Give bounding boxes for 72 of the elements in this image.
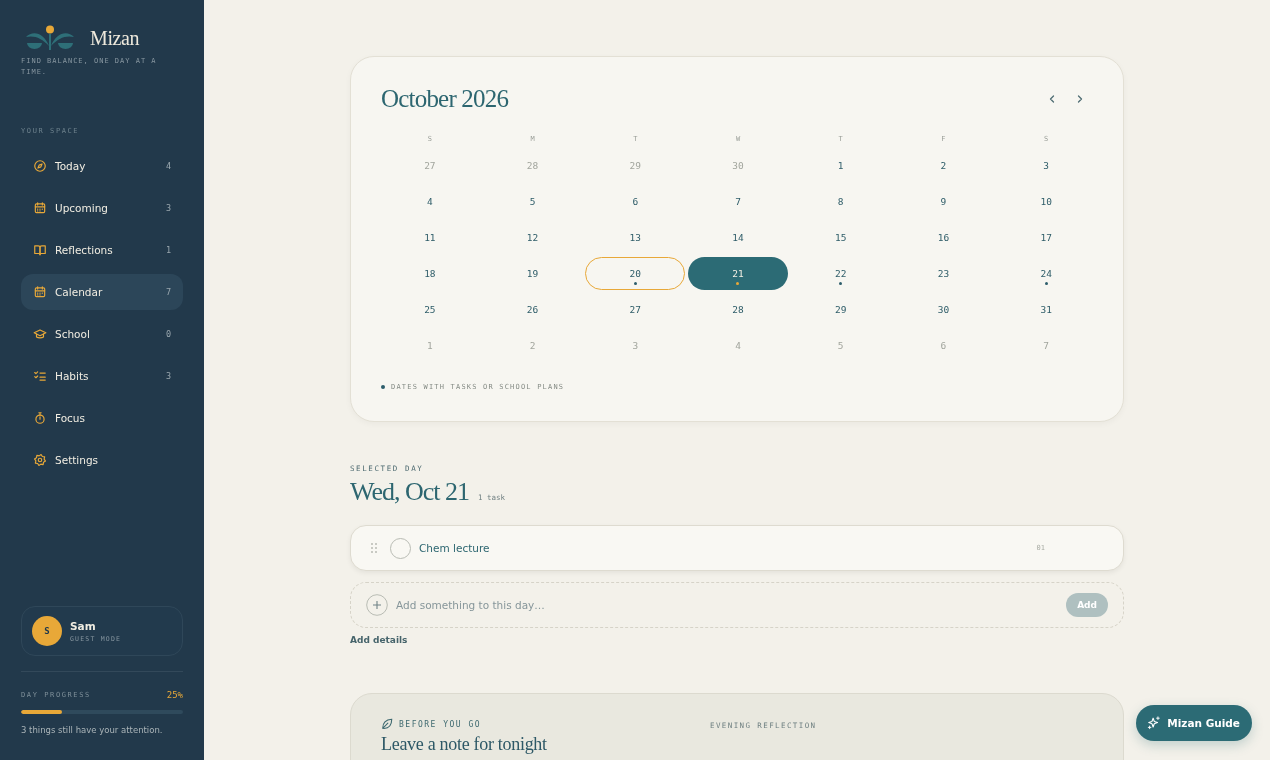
calendar-day[interactable]: 29 [790, 293, 891, 326]
calendar-day[interactable]: 6 [585, 185, 686, 218]
item-count: 1 [165, 245, 171, 255]
calendar-day[interactable]: 4 [380, 185, 480, 218]
calendar-day[interactable]: 16 [893, 221, 994, 254]
nav-item[interactable]: Today 4 [21, 148, 183, 184]
calendar-day[interactable]: 18 [380, 257, 480, 290]
stopwatch-icon [33, 411, 47, 425]
calendar-day[interactable]: 24 [996, 257, 1096, 290]
graduation-cap-icon [33, 327, 47, 341]
calendar-day[interactable]: 31 [996, 293, 1096, 326]
calendar-day[interactable]: 21 [688, 257, 788, 290]
gear-icon [33, 453, 47, 467]
calendar-day[interactable]: 19 [482, 257, 583, 290]
calendar-day[interactable]: 27 [585, 293, 686, 326]
nav-item[interactable]: Calendar 7 [21, 274, 183, 310]
sparkle-icon [1147, 716, 1162, 730]
drag-handle-icon [371, 543, 377, 553]
plus-icon [366, 594, 388, 616]
calendar-day[interactable]: 14 [688, 221, 788, 254]
calendar-day[interactable]: 9 [893, 185, 994, 218]
item-count: 0 [165, 329, 171, 339]
chevron-left-icon [1047, 94, 1057, 104]
guide-button[interactable]: Mizan Guide [1136, 705, 1252, 741]
progress-note: 3 things still have your attention. [21, 725, 164, 735]
calendar-day[interactable]: 11 [380, 221, 480, 254]
reflection-title: Leave a note for tonight [381, 734, 547, 754]
calendar-day[interactable]: 8 [790, 185, 891, 218]
item-count: 3 [165, 371, 171, 381]
compass-icon [33, 159, 47, 173]
calendar-icon [33, 201, 47, 215]
progress-reading: 25% [166, 690, 183, 700]
chevron-right-icon [1075, 94, 1085, 104]
add-details-link[interactable]: Add details [350, 635, 408, 645]
checklist-icon [33, 369, 47, 383]
calendar-day[interactable]: 25 [380, 293, 480, 326]
nav-item[interactable]: Habits 3 [21, 358, 183, 394]
month-title: October 2026 [381, 84, 509, 114]
calendar-day[interactable]: 5 [482, 185, 583, 218]
user-name: Sam [70, 619, 97, 632]
nav-item[interactable]: Reflections 1 [21, 232, 183, 268]
calendar-day[interactable]: 12 [482, 221, 583, 254]
item-count: 4 [165, 161, 171, 171]
book-icon [33, 243, 47, 257]
calendar-day[interactable]: 26 [482, 293, 583, 326]
nav-item[interactable]: Focus [21, 400, 183, 436]
nav-item[interactable]: Upcoming 3 [21, 190, 183, 226]
app-name: Mizan [90, 26, 140, 50]
leaves-logo-icon [24, 24, 76, 52]
calendar-day[interactable]: 22 [790, 257, 891, 290]
calendar-day[interactable]: 3 [996, 149, 1096, 182]
calendar-day[interactable]: 10 [996, 185, 1096, 218]
task-title: Chem lecture [419, 542, 490, 554]
calendar-day[interactable]: 23 [893, 257, 994, 290]
calendar-day[interactable]: 13 [585, 221, 686, 254]
dot-icon [381, 385, 385, 389]
eyebrow-label: BEFORE YOU GO [399, 719, 482, 729]
nav-item[interactable]: School 0 [21, 316, 183, 352]
item-count: 7 [165, 287, 171, 297]
nav-item[interactable]: Settings [21, 442, 183, 478]
calendar-day[interactable]: 15 [790, 221, 891, 254]
calendar-day[interactable]: 28 [688, 293, 788, 326]
calendar-day[interactable]: 30 [893, 293, 994, 326]
calendar-icon [33, 285, 47, 299]
calendar-day[interactable]: 17 [996, 221, 1096, 254]
avatar: S [32, 616, 62, 646]
leaf-icon [381, 718, 393, 730]
calendar-day[interactable]: 1 [790, 149, 891, 182]
selected-day-title: Wed, Oct 21 [350, 476, 470, 508]
calendar-day[interactable]: 7 [688, 185, 788, 218]
calendar-day[interactable]: 2 [893, 149, 994, 182]
item-count: 3 [165, 203, 171, 213]
